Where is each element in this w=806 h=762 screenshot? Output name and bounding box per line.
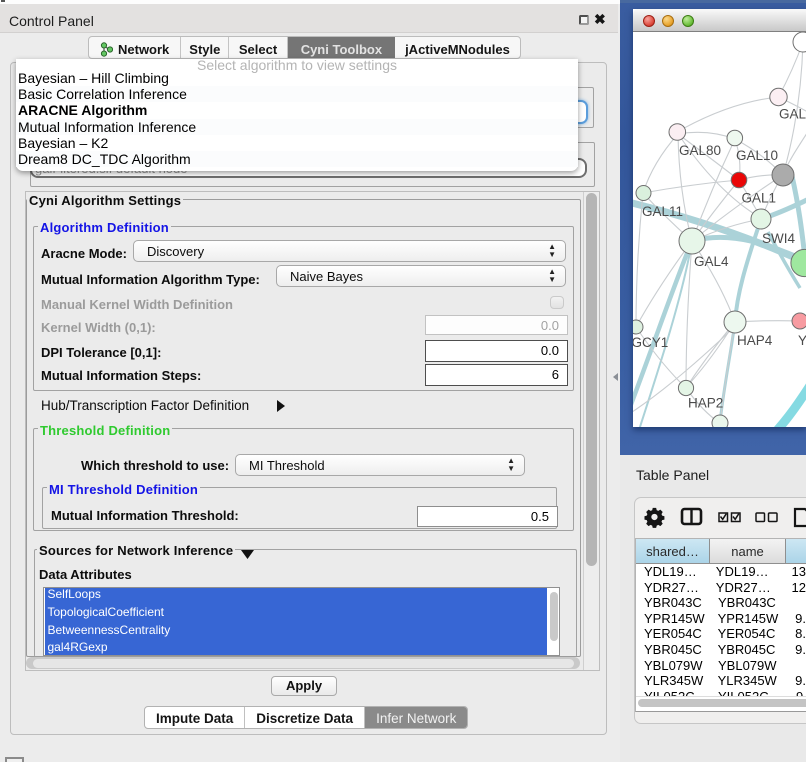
svg-text:HAP4: HAP4 [737,333,773,348]
svg-text:GAL7: GAL7 [779,107,806,122]
svg-text:HAP2: HAP2 [688,396,723,411]
svg-text:GAL10: GAL10 [736,148,778,163]
svg-text:GAL80: GAL80 [679,143,721,158]
svg-text:GAL11: GAL11 [642,204,683,219]
svg-text:SWI4: SWI4 [762,231,795,246]
svg-text:GCY1: GCY1 [633,335,668,350]
svg-text:Y: Y [798,333,806,348]
svg-text:GAL1: GAL1 [742,191,777,206]
svg-text:GAL4: GAL4 [694,254,729,269]
